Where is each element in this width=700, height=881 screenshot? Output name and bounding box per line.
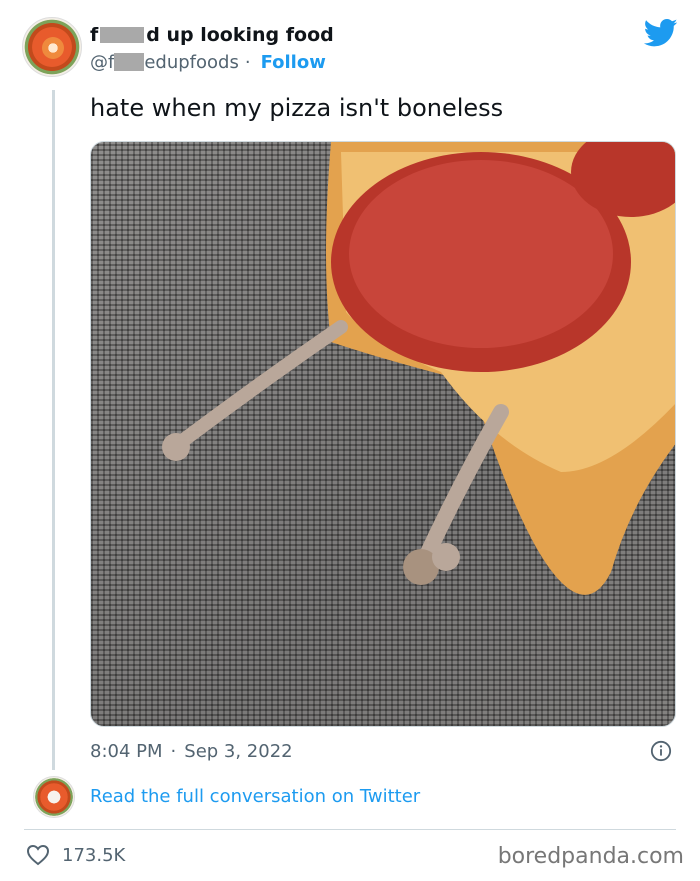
- tweet-time: 8:04 PM: [90, 740, 163, 762]
- reply-avatar[interactable]: [33, 776, 75, 818]
- tweet-card: f d up looking food @f edupfoods · Follo…: [0, 0, 700, 881]
- tweet-timestamp[interactable]: 8:04 PM · Sep 3, 2022: [90, 738, 293, 764]
- read-full-conversation-link[interactable]: Read the full conversation on Twitter: [90, 786, 420, 807]
- like-count: 173.5K: [62, 844, 126, 866]
- author-handle-suffix[interactable]: edupfoods: [144, 52, 239, 73]
- watermark: boredpanda.com: [497, 844, 684, 869]
- name-censor-bar: [100, 27, 145, 43]
- author-name[interactable]: f d up looking food: [90, 22, 334, 48]
- follow-button[interactable]: Follow: [261, 52, 326, 73]
- handle-censor-bar: [114, 53, 145, 71]
- author-handle-row: @f edupfoods · Follow: [90, 49, 326, 75]
- tweet-date: Sep 3, 2022: [184, 740, 293, 762]
- author-handle-prefix[interactable]: @f: [90, 52, 114, 73]
- tweet-text: hate when my pizza isn't boneless: [90, 94, 504, 122]
- author-avatar[interactable]: [22, 17, 82, 77]
- info-icon[interactable]: [650, 740, 672, 762]
- author-name-prefix: f: [90, 24, 99, 46]
- twitter-bird-icon[interactable]: [644, 18, 678, 48]
- time-separator: ·: [170, 740, 177, 762]
- thread-line: [52, 90, 55, 770]
- handle-separator: ·: [244, 51, 251, 73]
- like-button[interactable]: 173.5K: [26, 842, 125, 868]
- author-name-suffix: d up looking food: [146, 24, 334, 46]
- tweet-photo[interactable]: [90, 141, 676, 727]
- divider: [24, 829, 676, 830]
- heart-icon: [26, 844, 50, 866]
- pizza-with-bones-image: [162, 142, 675, 595]
